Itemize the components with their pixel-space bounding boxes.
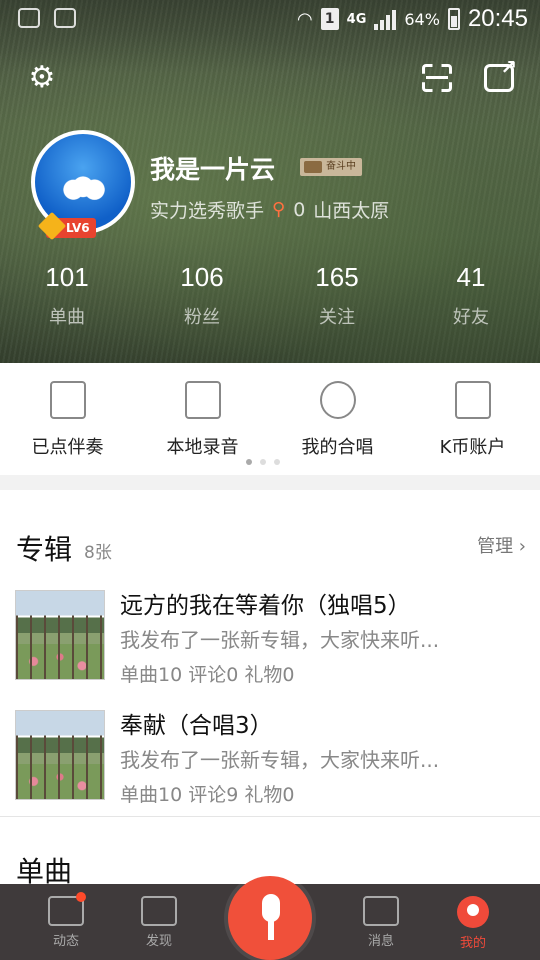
album-title: 远方的我在等着你（独唱5） [120, 593, 411, 619]
albums-section: 专辑 8张 管理 › 远方的我在等着你（独唱5） 我发布了一张新专辑，大家快来听… [0, 490, 540, 818]
stat-following[interactable]: 165 关注 [282, 262, 392, 329]
album-description: 我发布了一张新专辑，大家快来听... [120, 628, 440, 652]
settings-gear-icon[interactable]: ⚙ [26, 62, 58, 94]
page-indicator [246, 459, 280, 465]
stat-number: 165 [315, 262, 359, 292]
manage-button[interactable]: 管理 › [477, 532, 526, 558]
quick-actions: 已点伴奏 本地录音 我的合唱 K币账户 [0, 363, 540, 475]
tab-feed[interactable]: 动态 [26, 892, 106, 949]
battery-icon [447, 8, 460, 30]
divider [0, 816, 540, 817]
album-cover [15, 590, 105, 680]
stat-number: 41 [456, 262, 486, 292]
stat-fans[interactable]: 106 粉丝 [147, 262, 257, 329]
quick-action-label: 已点伴奏 [31, 437, 104, 458]
quick-action-label: 本地录音 [166, 437, 239, 458]
quick-action-label: 我的合唱 [301, 437, 374, 458]
tab-label: 发现 [145, 934, 172, 949]
scan-icon[interactable] [422, 64, 452, 92]
stat-label: 好友 [453, 307, 489, 328]
list-item[interactable]: 远方的我在等着你（独唱5） 我发布了一张新专辑，大家快来听... 单曲10 评论… [0, 590, 540, 702]
tab-label: 我的 [459, 936, 486, 951]
gallery-icon [54, 8, 76, 28]
flower-count: 0 [293, 198, 306, 221]
level-badge: LV6 [46, 218, 96, 238]
quick-action-kcoin-account[interactable]: K币账户 [405, 381, 540, 459]
stats-row: 101 单曲 106 粉丝 165 关注 41 好友 [0, 262, 540, 342]
stat-number: 101 [45, 262, 89, 292]
album-meta: 单曲10 评论0 礼物0 [120, 664, 295, 686]
location: 山西太原 [313, 200, 390, 222]
album-count: 8张 [84, 543, 112, 563]
tab-discover[interactable]: 发现 [119, 896, 199, 949]
profile-header: ◠ 1 4G 64% 20:45 ⚙ LV6 我是一片云 奋斗中 实力选秀歌手 … [0, 0, 540, 363]
clock: 20:45 [467, 5, 528, 32]
quick-action-local-recordings[interactable]: 本地录音 [135, 381, 270, 459]
stat-label: 关注 [319, 307, 355, 328]
chat-icon [48, 892, 86, 926]
wifi-icon: ◠ [296, 8, 313, 30]
music-note-icon [184, 381, 221, 419]
notification-dot [76, 892, 86, 902]
stat-number: 106 [180, 262, 224, 292]
flower-icon: ⚲ [272, 199, 286, 220]
status-bar: ◠ 1 4G 64% 20:45 [0, 0, 540, 38]
share-icon[interactable] [484, 55, 517, 92]
list-item[interactable]: 奉献（合唱3） 我发布了一张新专辑，大家快来听... 单曲10 评论9 礼物0 [0, 710, 540, 822]
tab-messages[interactable]: 消息 [341, 896, 421, 949]
crown-icon [141, 896, 177, 926]
profile-subline: 实力选秀歌手 ⚲ 0 山西太原 [150, 196, 389, 223]
tab-label: 消息 [367, 934, 394, 949]
network-type: 4G [346, 11, 367, 27]
quick-action-my-chorus[interactable]: 我的合唱 [270, 381, 405, 459]
rank-badge[interactable]: 奋斗中 [300, 158, 362, 176]
stat-label: 粉丝 [184, 307, 220, 328]
album-cover [15, 710, 105, 800]
checklist-icon [49, 381, 86, 419]
envelope-icon [363, 896, 399, 926]
profile-icon [457, 896, 489, 928]
album-meta: 单曲10 评论9 礼物0 [120, 784, 295, 806]
stat-friends[interactable]: 41 好友 [416, 262, 526, 329]
section-title: 专辑 [16, 533, 73, 566]
album-title: 奉献（合唱3） [120, 713, 273, 739]
sing-microphone-button[interactable] [228, 876, 312, 960]
sim-indicator: 1 [320, 8, 339, 30]
singer-title: 实力选秀歌手 [150, 200, 265, 222]
album-description: 我发布了一张新专辑，大家快来听... [120, 748, 440, 772]
battery-percent: 64% [404, 9, 440, 29]
notification-icon [18, 8, 40, 28]
chorus-icon [319, 381, 356, 419]
quick-action-label: K币账户 [439, 437, 506, 458]
stat-singles[interactable]: 101 单曲 [12, 262, 122, 329]
wallet-icon [454, 381, 491, 419]
nickname: 我是一片云 [150, 155, 276, 184]
stat-label: 单曲 [49, 307, 85, 328]
quick-action-requested[interactable]: 已点伴奏 [0, 381, 135, 459]
tab-label: 动态 [52, 934, 79, 949]
signal-icon [374, 8, 397, 30]
tab-mine[interactable]: 我的 [433, 896, 513, 951]
